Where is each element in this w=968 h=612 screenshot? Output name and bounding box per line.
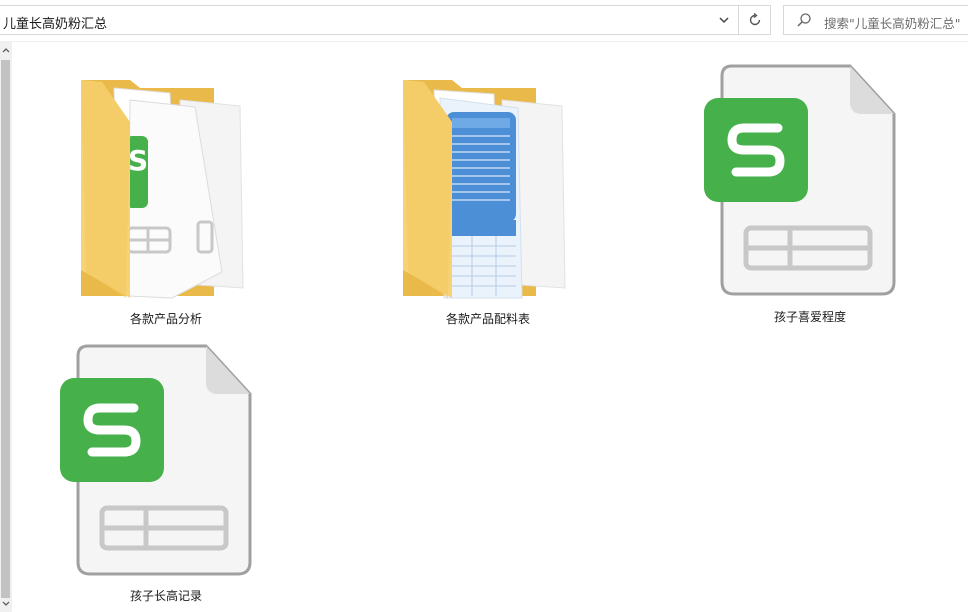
folder-icon: S	[81, 80, 244, 299]
search-icon	[797, 13, 811, 27]
file-item[interactable]: S 各款产品分析	[60, 60, 280, 335]
refresh-icon	[749, 13, 760, 26]
file-item[interactable]: 孩子长高记录	[56, 342, 276, 607]
folder-icon	[403, 80, 566, 299]
wps-spreadsheet-icon	[60, 344, 252, 576]
scroll-down-arrow-icon[interactable]	[0, 598, 12, 610]
file-name[interactable]: 孩子长高记录	[96, 587, 236, 604]
file-name[interactable]: 孩子喜爱程度	[740, 308, 880, 325]
svg-text:S: S	[128, 144, 148, 177]
divider	[0, 41, 968, 42]
refresh-button[interactable]	[739, 5, 771, 35]
search-box[interactable]: 搜索"儿童长高奶粉汇总"	[783, 5, 968, 35]
file-item[interactable]: 各款产品配料表	[382, 60, 602, 335]
file-name[interactable]: 各款产品配料表	[418, 310, 558, 327]
chevron-down-icon[interactable]	[710, 6, 738, 34]
file-item[interactable]: 孩子喜爱程度	[700, 62, 920, 337]
scroll-thumb[interactable]	[1, 60, 10, 598]
address-path[interactable]: 儿童长高奶粉汇总	[3, 13, 107, 32]
scroll-up-arrow-icon[interactable]	[0, 44, 12, 56]
wps-spreadsheet-icon	[704, 64, 896, 296]
file-name[interactable]: 各款产品分析	[96, 310, 236, 327]
toolbar: 儿童长高奶粉汇总 搜索"儿童长高奶粉汇总"	[0, 0, 968, 42]
address-bar[interactable]: 儿童长高奶粉汇总	[0, 5, 739, 35]
search-input[interactable]: 搜索"儿童长高奶粉汇总"	[824, 13, 961, 32]
vertical-scrollbar[interactable]	[0, 42, 12, 612]
